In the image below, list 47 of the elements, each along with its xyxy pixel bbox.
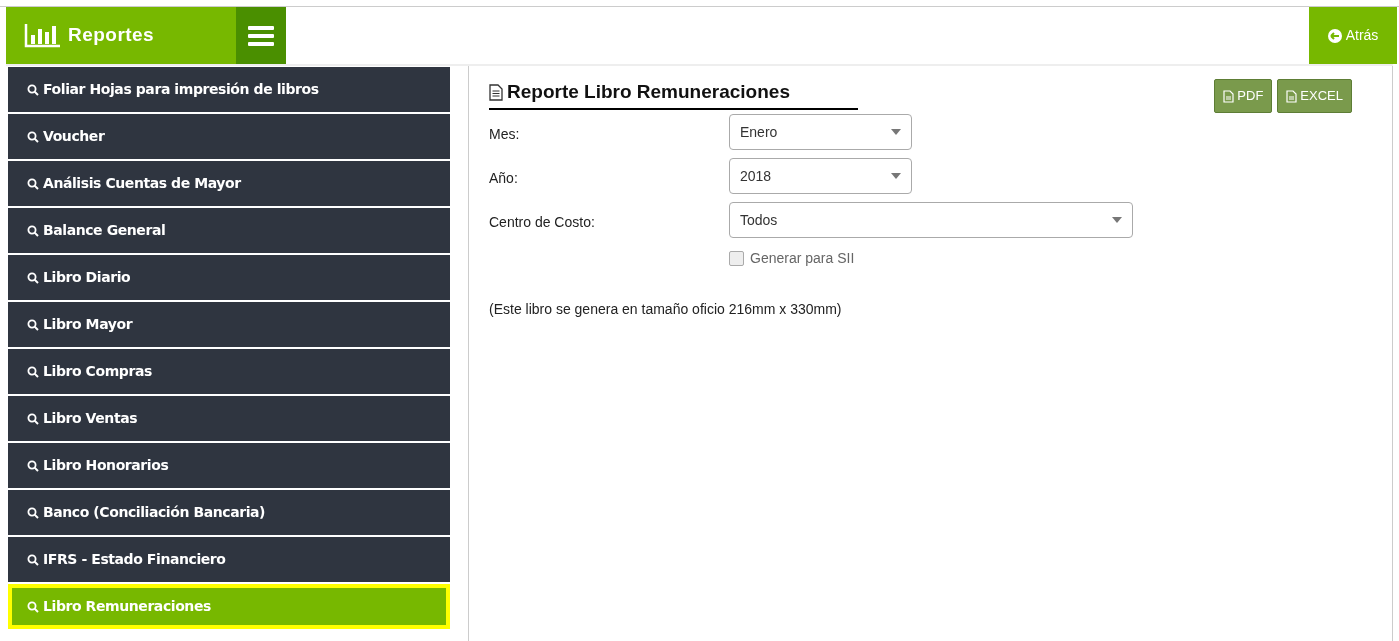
checkbox-label: Generar para SII	[750, 249, 855, 268]
search-icon	[27, 318, 39, 331]
search-icon	[27, 553, 39, 566]
search-icon	[27, 412, 39, 425]
note-text: (Este libro se genera en tamaño oficio 216mm x 330mm)	[489, 300, 843, 319]
field-label: Centro de Costo:	[489, 212, 596, 232]
field-label: Año:	[489, 168, 519, 188]
sidebar-item[interactable]: Libro Diario	[8, 255, 450, 300]
search-icon	[27, 224, 39, 237]
caret-icon	[891, 129, 901, 135]
sidebar-item[interactable]: Análisis Cuentas de Mayor	[8, 161, 450, 206]
select-field[interactable]: Enero	[729, 114, 912, 150]
sidebar-item[interactable]: Libro Compras	[8, 349, 450, 394]
sidebar-item[interactable]: Banco (Conciliación Bancaria)	[8, 490, 450, 535]
app-title: Reportes	[68, 23, 155, 48]
sidebar-item[interactable]: Voucher	[8, 114, 450, 159]
caret-icon	[1112, 217, 1122, 223]
search-icon	[27, 177, 39, 190]
sidebar-item[interactable]: Foliar Hojas para impresión de libros	[8, 67, 450, 112]
menu-icon	[248, 24, 274, 47]
sidebar-item[interactable]: Balance General	[8, 208, 450, 253]
search-icon	[27, 130, 39, 143]
menu-button[interactable]	[236, 7, 286, 64]
file-icon	[1286, 89, 1298, 103]
search-icon	[27, 600, 39, 613]
select-field[interactable]: 2018	[729, 158, 912, 194]
search-icon	[27, 365, 39, 378]
bar-chart-icon	[24, 23, 60, 48]
sidebar-item[interactable]: Libro Ventas	[8, 396, 450, 441]
search-icon	[27, 506, 39, 519]
select-value: Enero	[740, 122, 778, 142]
select-field[interactable]: Todos	[729, 202, 1133, 238]
search-icon	[27, 459, 39, 472]
file-icon	[1223, 89, 1235, 103]
search-icon	[27, 83, 39, 96]
select-value: Todos	[740, 210, 778, 230]
sidebar-item[interactable]: Libro Honorarios	[8, 443, 450, 488]
arrow-left-icon	[1327, 28, 1342, 43]
report-title-text: Reporte Libro Remuneraciones	[507, 80, 790, 104]
document-icon	[489, 83, 503, 101]
sidebar-item[interactable]: IFRS - Estado Financiero	[8, 537, 450, 582]
caret-icon	[891, 173, 901, 179]
sidebar-item[interactable]: Libro Mayor	[8, 302, 450, 347]
field-label: Mes:	[489, 124, 521, 144]
search-icon	[27, 271, 39, 284]
select-value: 2018	[740, 166, 772, 186]
checkbox[interactable]	[729, 251, 744, 266]
